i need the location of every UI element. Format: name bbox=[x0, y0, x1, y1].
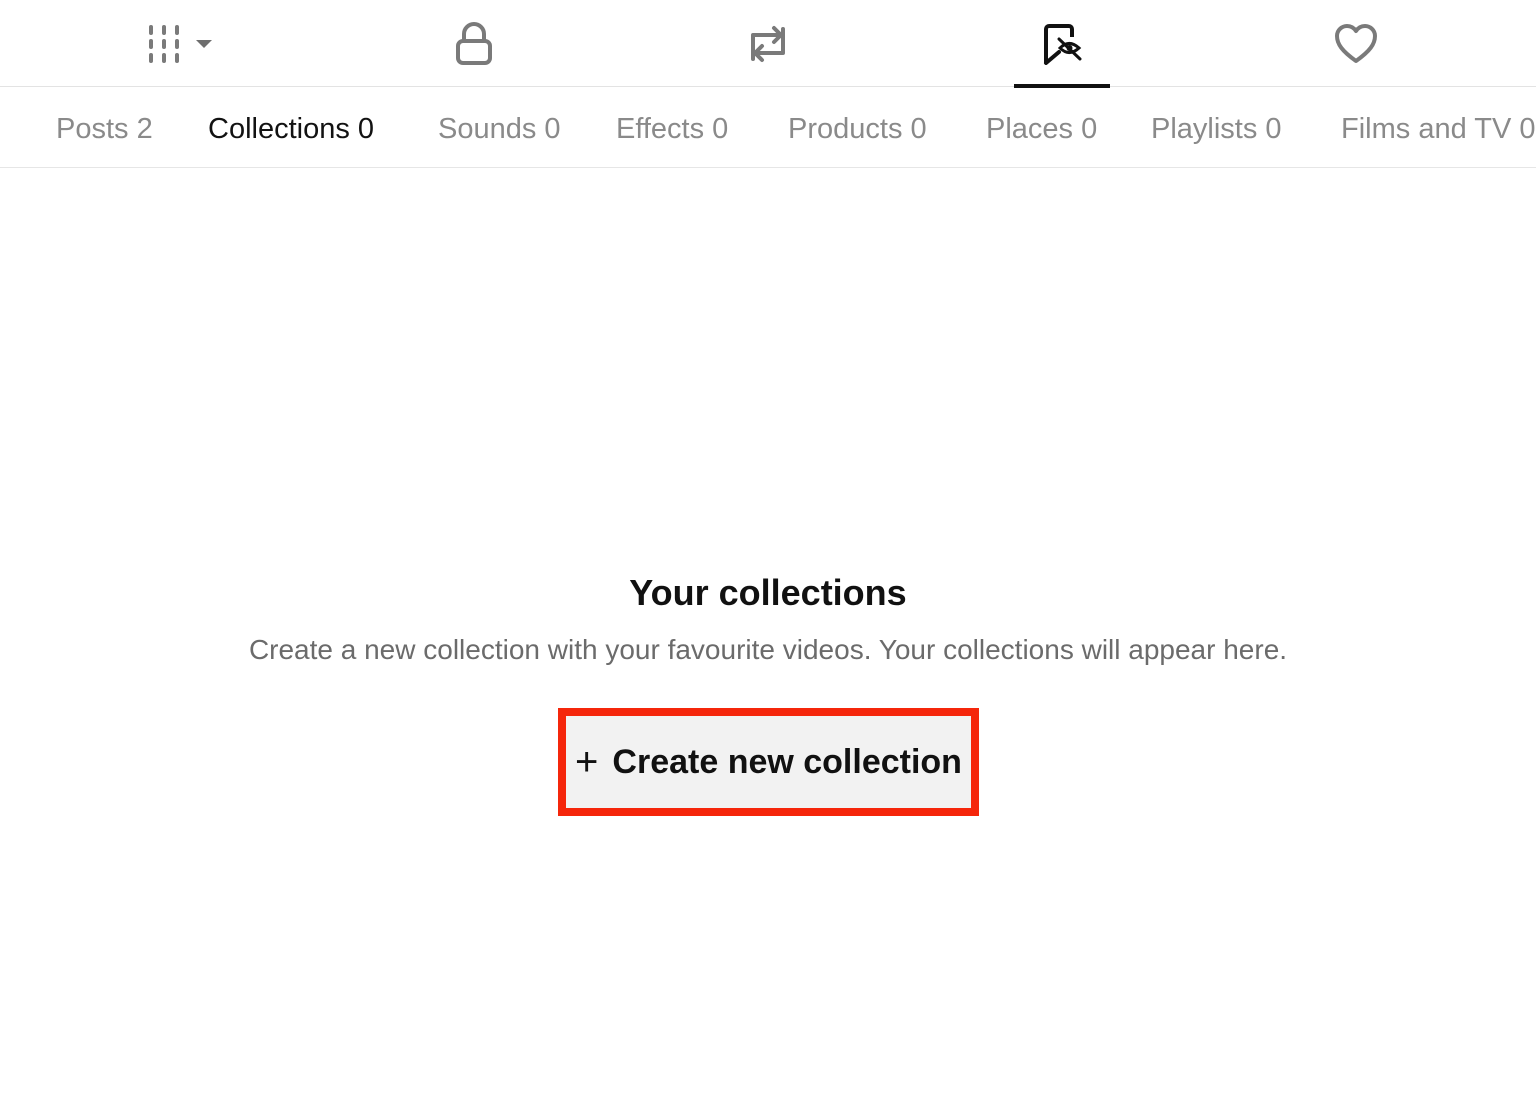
tab-videos-filter[interactable] bbox=[130, 0, 230, 87]
tab-films-and-tv[interactable]: Films and TV 0 bbox=[1341, 88, 1535, 167]
plus-icon: + bbox=[575, 740, 599, 784]
lock-icon bbox=[454, 21, 494, 66]
tab-liked[interactable] bbox=[1306, 0, 1406, 87]
tab-effects[interactable]: Effects 0 bbox=[616, 88, 728, 167]
empty-state-title: Your collections bbox=[629, 572, 907, 613]
profile-content-page: Posts 2 Collections 0 Sounds 0 Effects 0… bbox=[0, 0, 1536, 1107]
icon-tab-bar bbox=[0, 0, 1536, 88]
tab-posts[interactable]: Posts 2 bbox=[56, 88, 153, 167]
tab-favourites[interactable] bbox=[1014, 0, 1110, 88]
tab-sounds[interactable]: Sounds 0 bbox=[438, 88, 561, 167]
tab-collections[interactable]: Collections 0 bbox=[208, 88, 374, 167]
repost-icon bbox=[745, 23, 791, 65]
create-new-collection-button[interactable]: + Create new collection bbox=[558, 708, 979, 816]
tab-products[interactable]: Products 0 bbox=[788, 88, 927, 167]
create-new-collection-label: Create new collection bbox=[612, 742, 962, 781]
bookmark-hidden-icon bbox=[1042, 23, 1082, 65]
empty-state-description: Create a new collection with your favour… bbox=[248, 634, 1288, 665]
sub-tab-row: Posts 2 Collections 0 Sounds 0 Effects 0… bbox=[0, 88, 1536, 168]
heart-icon bbox=[1334, 23, 1378, 64]
caret-down-icon bbox=[195, 38, 213, 50]
tab-playlists[interactable]: Playlists 0 bbox=[1151, 88, 1282, 167]
tab-reposts[interactable] bbox=[718, 0, 818, 87]
tab-private[interactable] bbox=[424, 0, 524, 87]
tab-places[interactable]: Places 0 bbox=[986, 88, 1097, 167]
